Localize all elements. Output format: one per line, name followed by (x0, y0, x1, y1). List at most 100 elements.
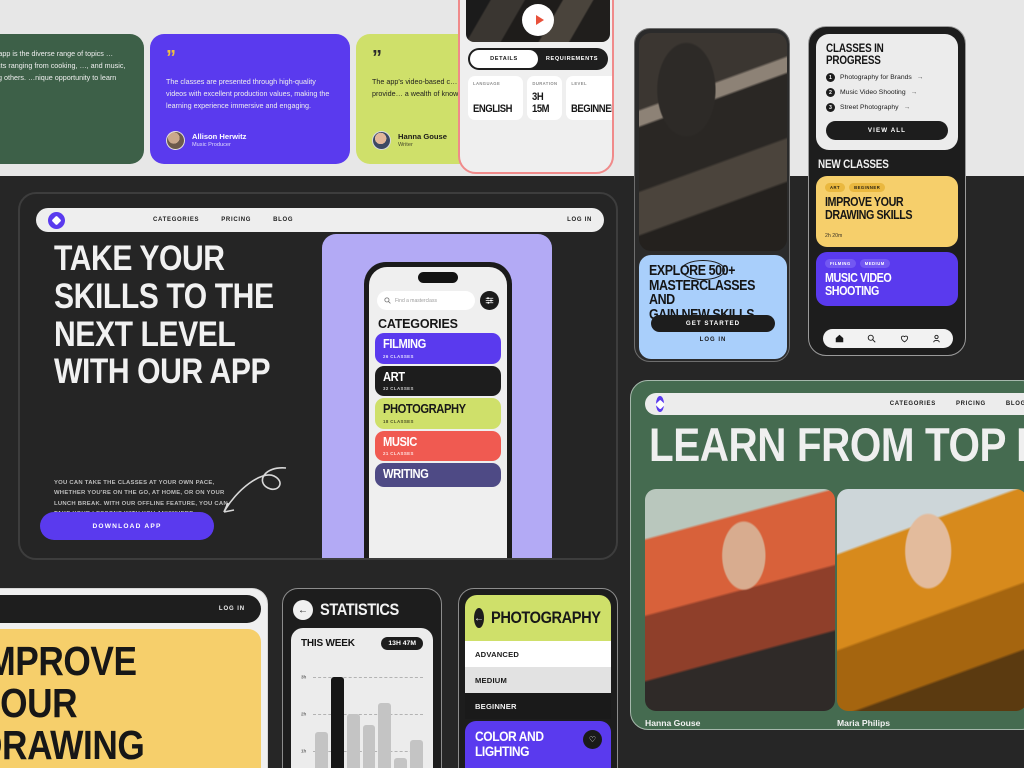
statistics-title: STATISTICS (320, 600, 399, 619)
spec-language: LANGUAGE ENGLISH (468, 76, 524, 120)
heart-icon[interactable]: ♡ (583, 730, 602, 749)
promo-block: EXPLORE 500+MASTERCLASSES ANDGAIN NEW SK… (639, 255, 787, 359)
testimonial-card-purple[interactable]: ” The classes are presented through high… (150, 34, 350, 164)
progress-item[interactable]: 1 Photography for Brands → (826, 73, 948, 82)
drawing-skills-headline: IMPROVE YOURDRAWINGSKILLS (0, 640, 209, 768)
progress-number: 1 (826, 73, 835, 82)
promo-headline: EXPLORE 500+MASTERCLASSES ANDGAIN NEW SK… (649, 264, 759, 322)
spec-key: LEVEL (571, 81, 587, 86)
nav-link-pricing[interactable]: PRICING (956, 401, 986, 407)
login-link[interactable]: LOG IN (567, 217, 592, 223)
login-link[interactable]: LOG IN (219, 606, 245, 612)
tag-row: ART BEGINNER (825, 183, 949, 192)
hero-section: CATEGORIES PRICING BLOG LOG IN TAKE YOUR… (18, 192, 618, 560)
tablet-navbar: BLOG LOG IN (0, 595, 261, 623)
filter-icon[interactable] (480, 291, 499, 310)
category-item-photography[interactable]: PHOTOGRAPHY 18 CLASSES (375, 398, 501, 429)
diamond-logo-icon[interactable] (48, 211, 65, 229)
search-placeholder: Find a masterclass (395, 297, 437, 304)
new-class-card-drawing[interactable]: ART BEGINNER IMPROVE YOUR DRAWING SKILLS… (816, 176, 958, 247)
download-app-button[interactable]: DOWNLOAD APP (40, 512, 214, 540)
chart-bar (410, 739, 424, 768)
teacher-card[interactable]: Maria Philips Fashion Photographer (837, 489, 1024, 729)
log-in-link[interactable]: LOG IN (639, 337, 787, 343)
drawing-skills-card[interactable]: IMPROVE YOURDRAWINGSKILLS (0, 629, 261, 768)
teacher-name: Maria Philips (837, 718, 891, 728)
weekly-hours-bar-chart: 1h 2h 3h (301, 662, 424, 768)
chart-bars (315, 662, 424, 768)
statistics-phone: ← STATISTICS THIS WEEK 13H 47M 1h 2h 3h (282, 588, 442, 768)
hanna-gouse-photo (645, 489, 835, 711)
this-week-header: THIS WEEK 13H 47M (301, 637, 423, 650)
diamond-logo-icon[interactable] (655, 396, 665, 412)
level-medium[interactable]: MEDIUM (465, 667, 611, 693)
author-name: Allison Herwitz (192, 132, 247, 142)
guitarist-photo (639, 33, 787, 251)
play-icon[interactable] (522, 4, 554, 36)
hero-nav-links: CATEGORIES PRICING BLOG (153, 217, 293, 223)
course-video-thumbnail[interactable] (466, 0, 610, 42)
categories-title: CATEGORIES (378, 317, 458, 331)
profile-icon[interactable] (932, 334, 941, 343)
total-time-badge: 13H 47M (381, 637, 423, 650)
view-all-button[interactable]: VIEW ALL (826, 121, 948, 140)
home-icon[interactable] (835, 334, 844, 343)
tab-details[interactable]: DETAILS (470, 50, 538, 68)
hero-phone-screen: Find a masterclass CATEGORIES FILMING 26… (369, 267, 507, 558)
testimonial-body: The classes are presented through high-q… (166, 77, 330, 110)
search-input[interactable]: Find a masterclass (377, 291, 475, 310)
category-item-filming[interactable]: FILMING 26 CLASSES (375, 333, 501, 364)
back-arrow-icon[interactable]: ← (474, 608, 484, 628)
testimonial-card-green[interactable]: …his app is the diverse range of topics … (0, 34, 144, 164)
level-advanced[interactable]: ADVANCED (465, 641, 611, 667)
classes-in-progress-title: CLASSES IN PROGRESS (826, 43, 884, 67)
nav-link-pricing[interactable]: PRICING (221, 217, 251, 223)
back-arrow-icon[interactable]: ← (293, 600, 313, 620)
course-detail-phone: DETAILS REQUIREMENTS LANGUAGE ENGLISH DU… (458, 0, 614, 174)
teachers-headline: LEARN FROM TOP I (649, 418, 1024, 471)
chart-bar (394, 758, 408, 768)
tag-beginner: BEGINNER (849, 183, 886, 192)
category-item-art[interactable]: ART 32 CLASSES (375, 365, 501, 397)
nav-link-blog[interactable]: BLOG (273, 217, 293, 223)
curved-arrow-icon (223, 467, 287, 513)
progress-item[interactable]: 2 Music Video Shooting → (826, 88, 948, 97)
tab-requirements[interactable]: REQUIREMENTS (538, 50, 606, 68)
statistics-header: ← STATISTICS (291, 597, 433, 628)
progress-item[interactable]: 3 Street Photography → (826, 103, 948, 112)
screenshot-canvas: …his app is the diverse range of topics … (0, 0, 1024, 768)
category-item-writing[interactable]: WRITING (375, 463, 501, 487)
nav-link-blog[interactable]: BLOG (1006, 401, 1024, 407)
search-icon[interactable] (867, 334, 876, 343)
search-icon (384, 297, 391, 304)
heart-icon[interactable] (900, 334, 909, 343)
dashboard-phone: CLASSES IN PROGRESS 1 Photography for Br… (808, 26, 966, 356)
get-started-button[interactable]: GET STARTED (651, 315, 775, 332)
teacher-card[interactable]: Hanna Gouse Songwriter (645, 489, 835, 729)
category-item-music[interactable]: MUSIC 21 CLASSES (375, 430, 501, 462)
category-count: 26 CLASSES (383, 353, 414, 359)
photography-header: ← PHOTOGRAPHY (465, 595, 611, 641)
category-name: WRITING (383, 466, 429, 482)
nav-link-categories[interactable]: CATEGORIES (153, 217, 199, 223)
spec-key: LANGUAGE (473, 81, 501, 86)
category-count: 32 CLASSES (383, 386, 414, 392)
testimonial-author: Allison Herwitz Music Producer (166, 131, 246, 150)
avatar (372, 131, 391, 150)
progress-number: 2 (826, 88, 835, 97)
new-class-title: MUSIC VIDEO SHOOTING (825, 270, 892, 298)
course-card-color-lighting[interactable]: COLOR AND LIGHTING ♡ (465, 721, 611, 768)
photography-title: PHOTOGRAPHY (491, 608, 601, 627)
hero-navbar: CATEGORIES PRICING BLOG LOG IN (36, 208, 604, 232)
new-class-card-music-video[interactable]: FILMING MEDIUM MUSIC VIDEO SHOOTING (816, 251, 958, 306)
nav-link-categories[interactable]: CATEGORIES (890, 401, 936, 407)
this-week-title: THIS WEEK (301, 638, 355, 649)
promo-phone-card: EXPLORE 500+MASTERCLASSES ANDGAIN NEW SK… (634, 28, 790, 362)
author-role: Writer (398, 141, 413, 148)
spec-value: BEGINNER (571, 103, 614, 115)
author-role: Music Producer (192, 141, 231, 148)
level-beginner[interactable]: BEGINNER (465, 693, 611, 719)
this-week-card: THIS WEEK 13H 47M 1h 2h 3h (291, 628, 433, 768)
progress-label: Music Video Shooting (840, 89, 906, 96)
chart-bar (362, 725, 376, 768)
